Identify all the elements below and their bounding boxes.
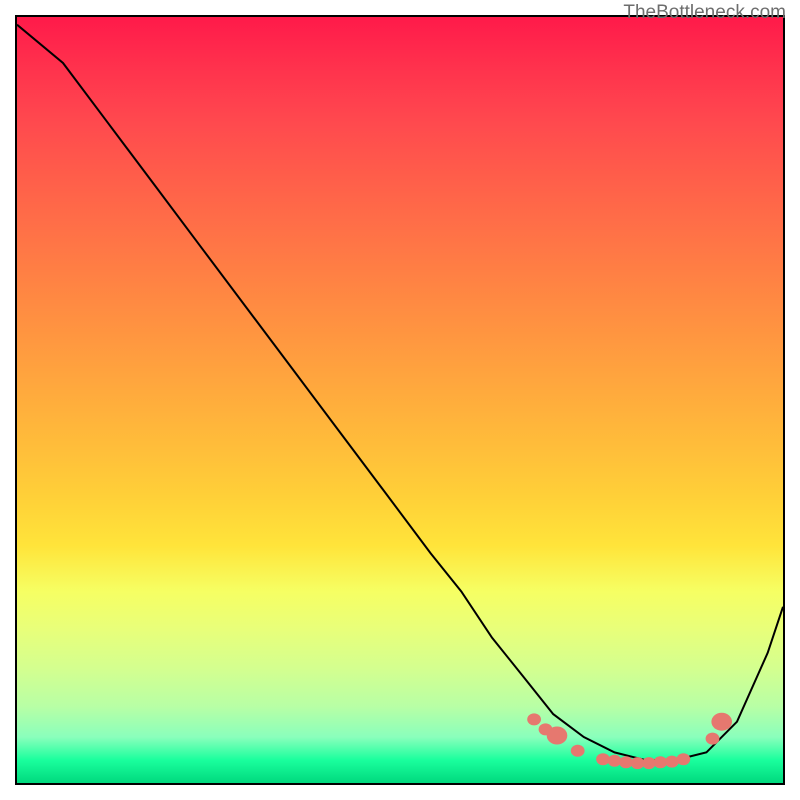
marker-point bbox=[677, 753, 691, 765]
marker-point bbox=[571, 745, 585, 757]
marker-group bbox=[527, 713, 732, 769]
marker-point bbox=[665, 756, 679, 768]
plot-area bbox=[15, 15, 785, 785]
chart-container: TheBottleneck.com bbox=[0, 0, 800, 800]
marker-point bbox=[527, 713, 541, 725]
marker-point bbox=[706, 733, 720, 745]
watermark-text: TheBottleneck.com bbox=[623, 2, 786, 24]
curve-svg bbox=[17, 17, 783, 783]
bottleneck-curve bbox=[17, 25, 783, 760]
marker-point bbox=[547, 727, 568, 745]
marker-point bbox=[711, 713, 732, 731]
